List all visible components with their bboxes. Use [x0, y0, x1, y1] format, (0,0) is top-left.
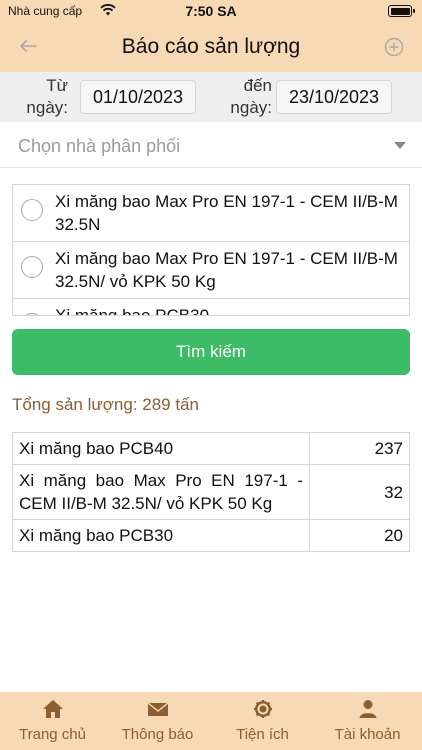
from-date-label: Từ ngày: [26, 76, 68, 117]
radio-button[interactable] [21, 313, 43, 315]
product-label: Xi măng bao Max Pro EN 197-1 - CEM II/B-… [55, 192, 398, 234]
product-label: Xi măng bao PCB30 [55, 306, 210, 316]
to-date-input[interactable]: 23/10/2023 [276, 80, 392, 114]
product-item[interactable]: Xi măng bao Max Pro EN 197-1 - CEM II/B-… [13, 242, 409, 299]
result-name: Xi măng bao Max Pro EN 197-1 - CEM II/B-… [12, 464, 310, 520]
plus-circle-icon[interactable] [384, 37, 404, 57]
battery-icon [388, 5, 415, 17]
gear-icon [254, 700, 272, 718]
tab-home[interactable]: Trang chủ [0, 692, 105, 750]
tab-notifications[interactable]: Thông báo [105, 692, 210, 750]
distributor-placeholder: Chọn nhà phân phối [18, 136, 181, 156]
clock: 7:50 SA [185, 3, 237, 19]
status-bar: Nhà cung cấp 7:50 SA [0, 0, 422, 24]
distributor-select[interactable]: Chọn nhà phân phối [0, 128, 422, 168]
user-icon [359, 700, 377, 718]
envelope-icon [147, 702, 169, 716]
radio-button[interactable] [21, 199, 43, 221]
to-date-label: đến ngày: [230, 76, 272, 117]
product-item[interactable]: Xi măng bao PCB30 [13, 299, 409, 316]
table-row: Xi măng bao PCB40 237 [12, 432, 410, 465]
radio-button[interactable] [21, 256, 43, 278]
search-button[interactable]: Tìm kiếm [12, 329, 410, 375]
tab-label: Tiện ích [236, 726, 289, 743]
result-qty: 237 [309, 432, 410, 465]
table-row: Xi măng bao Max Pro EN 197-1 - CEM II/B-… [12, 464, 410, 520]
from-date-input[interactable]: 01/10/2023 [80, 80, 196, 114]
result-qty: 32 [309, 464, 410, 520]
tab-label: Trang chủ [19, 726, 86, 743]
table-row: Xi măng bao PCB30 20 [12, 519, 410, 552]
home-icon [43, 700, 63, 718]
total-output: Tổng sản lượng: 289 tấn [12, 395, 199, 414]
result-name: Xi măng bao PCB40 [12, 432, 310, 465]
product-label: Xi măng bao Max Pro EN 197-1 - CEM II/B-… [55, 249, 398, 291]
tab-utilities[interactable]: Tiện ích [210, 692, 315, 750]
tab-bar: Trang chủ Thông báo Tiện ích Tài khoản [0, 692, 422, 750]
result-qty: 20 [309, 519, 410, 552]
product-list[interactable]: Xi măng bao Max Pro EN 197-1 - CEM II/B-… [12, 184, 410, 316]
tab-label: Thông báo [121, 726, 194, 743]
tab-label: Tài khoản [334, 726, 401, 743]
results-table: Xi măng bao PCB40 237 Xi măng bao Max Pr… [12, 432, 410, 552]
chevron-down-icon [394, 142, 406, 149]
header-bar: Nhà cung cấp 7:50 SA Báo cáo sản lượng [0, 0, 422, 72]
product-item[interactable]: Xi măng bao Max Pro EN 197-1 - CEM II/B-… [13, 185, 409, 242]
page-title: Báo cáo sản lượng [121, 35, 301, 58]
tab-account[interactable]: Tài khoản [315, 692, 420, 750]
result-name: Xi măng bao PCB30 [12, 519, 310, 552]
